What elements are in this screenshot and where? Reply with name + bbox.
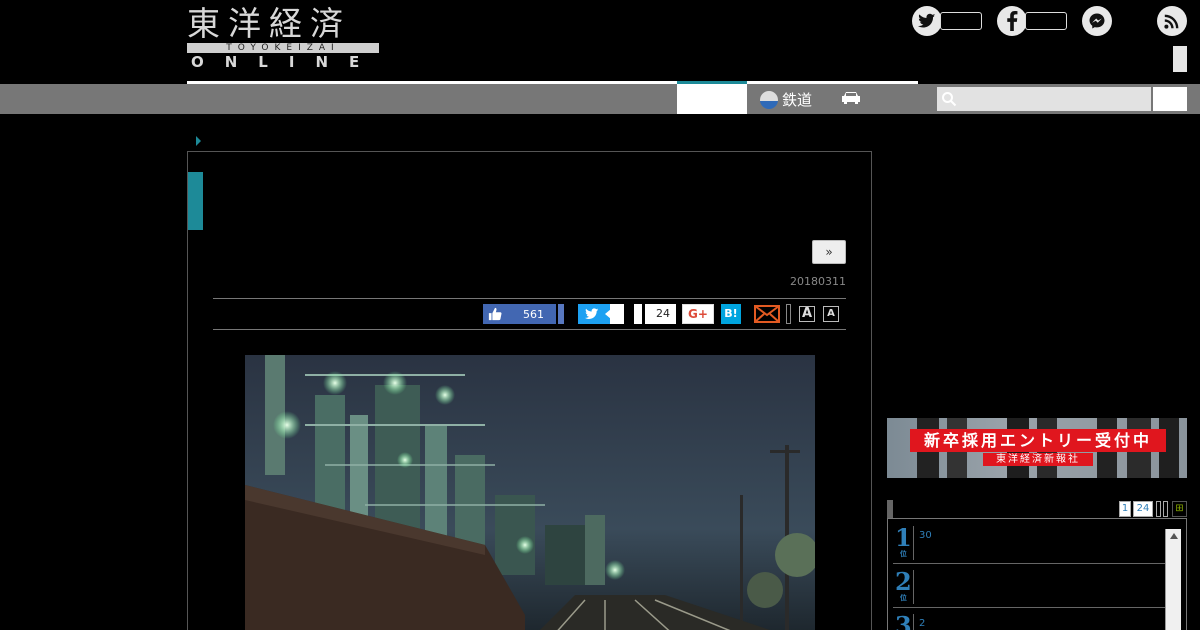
hatena-count: 24 [656,307,670,320]
ranking-tab-b[interactable] [1163,501,1168,517]
twitter-bird-icon [585,308,599,320]
rss-icon [1157,6,1187,36]
train-icon [760,90,778,109]
tweet-count-box [605,304,624,324]
twitter-follow[interactable] [912,6,982,36]
menu-toggle[interactable] [1173,46,1187,72]
banner-title: 新卒採用エントリー受付中 [910,429,1166,452]
mail-icon[interactable] [754,304,780,324]
article-date: 20180311 [790,275,846,288]
nav-top-line [187,81,918,84]
thumbs-up-icon [488,307,502,321]
ranking-item[interactable]: 1位 30 [893,520,1165,564]
logo-kanji: 東洋経済 [187,4,351,43]
search-input[interactable] [937,87,1151,111]
share-separator [786,304,791,324]
messenger-icon [1082,6,1112,36]
ranking-item[interactable]: 2位 [893,564,1165,608]
facebook-follow[interactable] [997,6,1067,36]
facebook-like-button[interactable]: 561 [483,304,564,324]
car-icon[interactable] [840,91,862,105]
facebook-icon [997,6,1027,36]
banner-subtitle: 東洋経済新報社 [983,453,1093,466]
ranking-number: 3位 [895,611,912,630]
share-divider-top [213,298,846,299]
logo-online: ONLINE [191,53,381,71]
ranking-sep [913,614,914,630]
font-size-large-button[interactable]: A [799,306,815,322]
hatena-bookmark-button[interactable]: B! [721,304,741,324]
hatena-count-tip [642,304,645,324]
ranking-item[interactable]: 3位 2 [893,608,1165,630]
ranking-title: 30 [919,530,932,541]
facebook-like-count: 561 [523,307,544,321]
title-accent [188,172,203,230]
font-size-small-button[interactable]: A [823,306,839,322]
nav-item-active[interactable] [677,81,747,114]
search-button[interactable] [1153,87,1187,111]
facebook-count-pill [1025,12,1067,30]
facebook-like-tail [556,304,564,324]
next-page-button[interactable]: » [812,240,846,264]
nav-item-rail-label: 鉄道 [782,91,813,109]
search-icon [942,92,957,107]
ranking-number: 1位 [895,523,912,558]
rss-link[interactable] [1157,6,1187,36]
ranking-title: 2 [919,618,926,629]
site-logo[interactable]: 東洋経済 TOYOKEIZAI ONLINE [187,4,381,71]
nav-item-rail[interactable]: 鉄道 [760,89,812,110]
ranking-tab-c[interactable]: ⊞ [1172,501,1187,517]
tweet-button[interactable] [578,304,624,324]
gplus-button[interactable]: G+ [682,304,714,324]
ranking-scrollbar[interactable] [1165,529,1181,630]
twitter-icon [912,6,942,36]
breadcrumb-arrow-icon [196,136,201,146]
ranking-header-mark [887,500,893,518]
scroll-up-icon[interactable] [1170,533,1178,539]
ranking-tab-icon: ⊞ [1175,503,1184,514]
ranking-tab-24[interactable]: 24 [1133,501,1153,517]
article-photo [245,355,815,630]
twitter-count-pill [940,12,982,30]
ranking-number: 2位 [895,567,912,602]
recruit-banner[interactable]: 新卒採用エントリー受付中 東洋経済新報社 [887,418,1187,478]
ranking-tab-1[interactable]: 1 [1119,501,1131,517]
logo-sub: TOYOKEIZAI [187,43,379,53]
hatena-count-box: 24 [634,304,676,324]
messenger-share[interactable] [1082,6,1112,36]
ranking-sep [913,570,914,604]
ranking-sep [913,526,914,560]
share-divider-bottom [213,329,846,330]
ranking-tab-a[interactable] [1156,501,1161,517]
